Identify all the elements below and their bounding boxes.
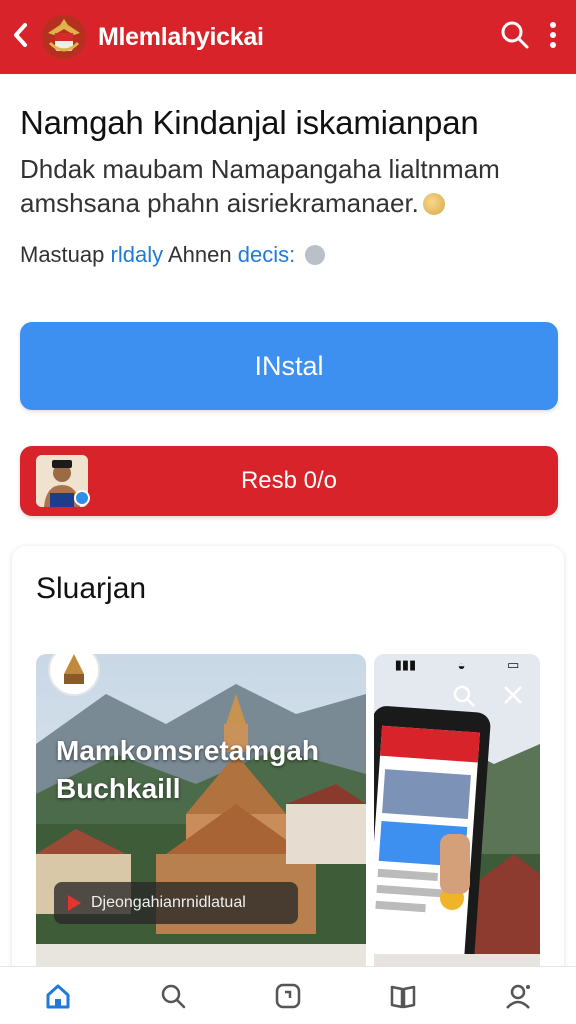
screenshot-thumbnail-2[interactable]: ▮▮▮ ◒ ▭ (374, 654, 540, 986)
overflow-menu-button[interactable] (548, 21, 558, 54)
screenshot-1-pill-text: Djeongahianrnidlatual (91, 894, 246, 911)
nav-home[interactable] (36, 974, 80, 1018)
app-name-heading: Namgah Kindanjal iskamianpan (20, 104, 479, 141)
meta-prefix: Mastuap (20, 242, 105, 267)
screenshot-1-line-1: Mamkomsretamgah (56, 735, 319, 766)
chevron-left-icon (14, 22, 27, 47)
emoji-icon (422, 193, 445, 215)
home-icon (46, 984, 70, 1008)
account-icon (506, 984, 531, 1009)
meta-link-2[interactable]: decis: (238, 242, 295, 267)
info-icon (305, 245, 326, 265)
phone-status-bar: ▮▮▮ ◒ ▭ (374, 654, 540, 676)
verified-badge-icon (74, 490, 90, 506)
wifi-icon: ◒ (457, 657, 466, 673)
secondary-action-button[interactable]: Resb 0/o (20, 446, 558, 516)
book-icon (390, 985, 416, 1008)
bottom-navigation (0, 966, 576, 1024)
meta-link-1[interactable]: rldaly (111, 242, 164, 267)
zoom-button[interactable] (452, 684, 476, 713)
screenshot-1-headline: Mamkomsretamgah Buchkaill (56, 732, 319, 808)
screenshots-section-title: Sluarjan (36, 572, 147, 605)
screenshot-thumbnail-1[interactable]: Mamkomsretamgah Buchkaill Djeongahianrni… (36, 654, 366, 986)
install-button-label: INstal (254, 350, 324, 381)
nav-search[interactable] (151, 974, 195, 1018)
app-bar-title: Mlemlahyickai (98, 22, 264, 51)
nav-account[interactable] (496, 974, 540, 1018)
battery-icon: ▭ (506, 657, 520, 672)
close-icon (504, 686, 522, 704)
back-button[interactable] (10, 20, 36, 55)
apps-icon (275, 983, 301, 1008)
search-icon (501, 21, 529, 48)
screenshot-logo (48, 654, 100, 696)
install-button[interactable]: INstal (20, 322, 558, 410)
close-button[interactable] (502, 684, 524, 711)
screenshot-1-video-pill[interactable]: Djeongahianrnidlatual (54, 882, 298, 924)
secondary-action-label: Resb 0/o (240, 467, 338, 494)
top-app-bar: Mlemlahyickai (0, 0, 576, 74)
app-emblem-logo (40, 13, 88, 61)
app-meta-line: Mastuap rldaly Ahnen decis: (20, 242, 326, 268)
signal-icon: ▮▮▮ (394, 657, 417, 672)
screenshot-1-line-2: Buchkaill (56, 773, 181, 804)
more-vert-icon (550, 21, 556, 48)
search-button[interactable] (500, 20, 530, 55)
play-icon (68, 895, 81, 911)
meta-mid: Ahnen (168, 242, 232, 267)
nav-apps[interactable] (266, 974, 310, 1018)
nav-books[interactable] (381, 974, 425, 1018)
screenshots-card: Sluarjan Mamkomsretamgah Buchkaill Djeon… (12, 546, 564, 986)
search-icon (453, 685, 475, 707)
search-icon (161, 984, 186, 1008)
app-description: Dhdak maubam Namapangaha lialtnmam amshs… (20, 152, 560, 220)
